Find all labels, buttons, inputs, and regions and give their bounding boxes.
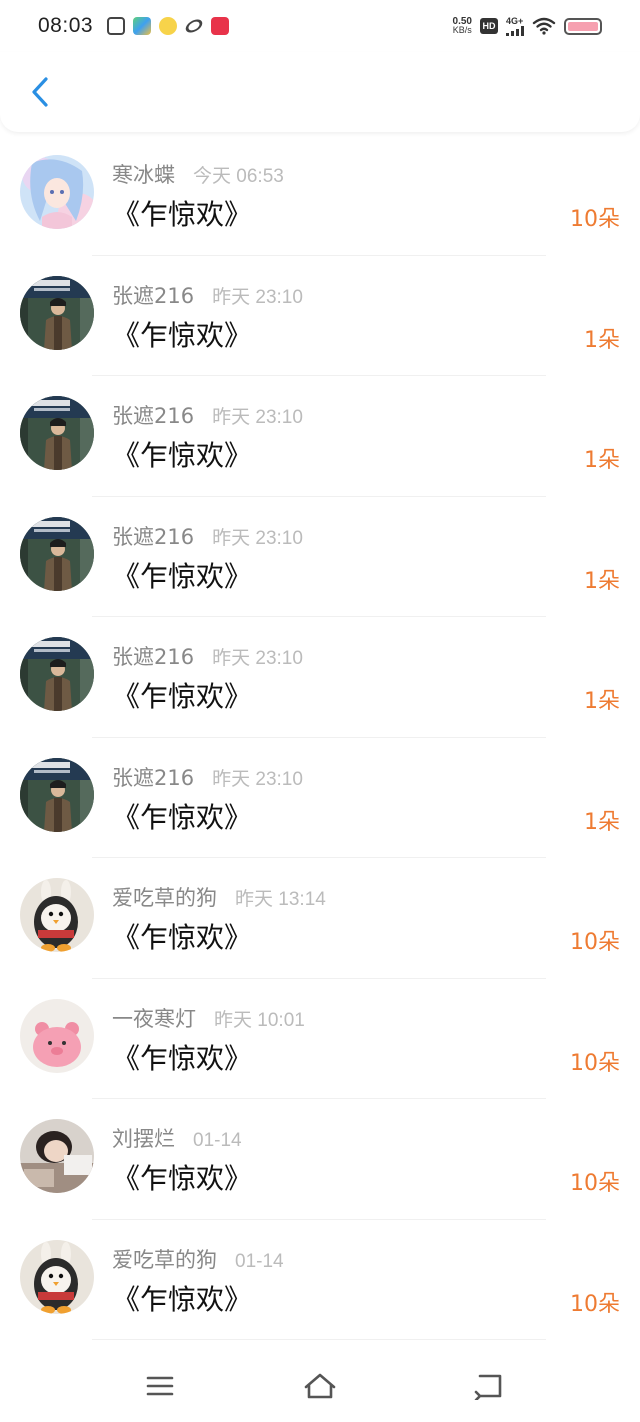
gift-title: 《乍惊欢》 <box>112 800 253 834</box>
gift-title: 《乍惊欢》 <box>112 1282 253 1316</box>
gift-count: 1朵 <box>584 448 620 473</box>
send-time: 今天 06:53 <box>193 166 284 187</box>
gift-title: 《乍惊欢》 <box>112 921 253 954</box>
gift-count: 10朵 <box>570 1050 620 1076</box>
mascot-app-icon <box>159 17 178 35</box>
row-meta: 张遮216 昨天 23:10 <box>112 280 303 310</box>
row-meta: 张遮216 昨天 23:10 <box>112 400 303 430</box>
penguin-plush-avatar[interactable] <box>20 1239 94 1314</box>
gift-count: 10朵 <box>570 1171 620 1196</box>
home-icon <box>304 1373 336 1399</box>
row-meta: 刘摆烂 01-14 <box>112 1123 242 1153</box>
send-time: 昨天 23:10 <box>212 527 303 549</box>
back-arrow-icon <box>474 1374 502 1400</box>
send-time: 昨天 23:10 <box>212 768 303 790</box>
red-app-icon <box>211 17 230 35</box>
row-meta: 张遮216 昨天 23:10 <box>112 521 303 551</box>
system-nav-bar <box>0 1346 640 1422</box>
gift-count: 10朵 <box>570 1291 620 1317</box>
gift-title: 《乍惊欢》 <box>112 1162 253 1195</box>
send-time: 昨天 23:10 <box>212 286 303 308</box>
status-time: 08:03 <box>38 14 94 37</box>
user-name[interactable]: 张遮216 <box>112 521 194 551</box>
send-time: 昨天 10:01 <box>214 1009 305 1031</box>
cellular-signal-icon: 4G+ <box>506 15 524 36</box>
gift-count: 10朵 <box>570 930 620 955</box>
divider <box>92 1339 546 1340</box>
menu-icon <box>146 1376 174 1396</box>
list-item[interactable]: 爱吃草的狗 昨天 13:14 《乍惊欢》 10朵 <box>0 858 640 979</box>
gift-list: 寒冰蝶 今天 06:53 《乍惊欢》 10朵 张遮216 昨天 23:10 《乍… <box>0 135 640 1340</box>
user-name[interactable]: 刘摆烂 <box>112 1123 175 1153</box>
gift-count: 1朵 <box>584 809 620 835</box>
menu-button[interactable] <box>140 1368 180 1404</box>
row-meta: 爱吃草的狗 昨天 13:14 <box>112 882 326 912</box>
list-item[interactable]: 爱吃草的狗 01-14 《乍惊欢》 10朵 <box>0 1220 640 1340</box>
pink-plush-avatar[interactable] <box>20 998 94 1073</box>
drama-poster-avatar[interactable] <box>20 396 94 470</box>
home-button[interactable] <box>300 1368 340 1404</box>
net-speed-unit: KB/s <box>452 25 472 35</box>
link-app-icon <box>183 16 205 36</box>
gift-title: 《乍惊欢》 <box>112 680 253 713</box>
send-time: 01-14 <box>235 1250 284 1272</box>
net-speed: 0.50 KB/s <box>453 17 472 35</box>
girl-photo-avatar[interactable] <box>20 1119 94 1193</box>
top-nav-bar <box>0 52 640 132</box>
user-name[interactable]: 张遮216 <box>112 280 194 310</box>
user-name[interactable]: 寒冰蝶 <box>112 159 175 189</box>
gift-count: 1朵 <box>584 568 620 594</box>
list-item[interactable]: 张遮216 昨天 23:10 《乍惊欢》 1朵 <box>0 497 640 617</box>
gift-count: 10朵 <box>570 207 620 232</box>
signal-label: 4G+ <box>506 15 524 26</box>
gift-title: 《乍惊欢》 <box>112 198 253 231</box>
gift-title: 《乍惊欢》 <box>112 1041 253 1075</box>
battery-icon <box>564 17 602 35</box>
row-meta: 张遮216 昨天 23:10 <box>112 762 303 792</box>
scissors-app-icon <box>107 17 126 35</box>
back-button[interactable] <box>20 72 60 112</box>
status-bar: 08:03 0.50 KB/s HD 4G+ <box>0 0 640 52</box>
status-app-icons <box>107 16 230 36</box>
row-meta: 一夜寒灯 昨天 10:01 <box>112 1003 305 1033</box>
row-meta: 张遮216 昨天 23:10 <box>112 641 303 671</box>
list-item[interactable]: 张遮216 昨天 23:10 《乍惊欢》 1朵 <box>0 376 640 497</box>
row-meta: 爱吃草的狗 01-14 <box>112 1244 284 1274</box>
list-item[interactable]: 一夜寒灯 昨天 10:01 《乍惊欢》 10朵 <box>0 979 640 1099</box>
send-time: 昨天 23:10 <box>212 648 303 669</box>
system-back-button[interactable] <box>468 1368 508 1404</box>
list-item[interactable]: 寒冰蝶 今天 06:53 《乍惊欢》 10朵 <box>0 135 640 256</box>
hd-badge: HD <box>480 18 498 34</box>
wifi-icon <box>532 17 556 35</box>
list-item[interactable]: 张遮216 昨天 23:10 《乍惊欢》 1朵 <box>0 256 640 376</box>
send-time: 昨天 23:10 <box>212 407 303 428</box>
user-name[interactable]: 张遮216 <box>112 641 194 671</box>
gift-title: 《乍惊欢》 <box>112 318 253 352</box>
list-item[interactable]: 刘摆烂 01-14 《乍惊欢》 10朵 <box>0 1099 640 1220</box>
row-meta: 寒冰蝶 今天 06:53 <box>112 159 284 189</box>
list-item[interactable]: 张遮216 昨天 23:10 《乍惊欢》 1朵 <box>0 617 640 738</box>
drama-poster-avatar[interactable] <box>20 516 94 591</box>
gift-count: 1朵 <box>584 689 620 714</box>
user-name[interactable]: 一夜寒灯 <box>112 1003 196 1033</box>
drama-poster-avatar[interactable] <box>20 757 94 832</box>
user-name[interactable]: 爱吃草的狗 <box>112 882 217 912</box>
game-app-icon <box>133 17 152 35</box>
drama-poster-avatar[interactable] <box>20 637 94 711</box>
user-name[interactable]: 张遮216 <box>112 400 194 430</box>
user-name[interactable]: 爱吃草的狗 <box>112 1244 217 1274</box>
list-item[interactable]: 张遮216 昨天 23:10 《乍惊欢》 1朵 <box>0 738 640 858</box>
drama-poster-avatar[interactable] <box>20 275 94 350</box>
send-time: 昨天 13:14 <box>235 889 326 910</box>
gift-title: 《乍惊欢》 <box>112 559 253 593</box>
user-name[interactable]: 张遮216 <box>112 762 194 792</box>
gift-title: 《乍惊欢》 <box>112 439 253 472</box>
gift-count: 1朵 <box>584 327 620 353</box>
anime-girl-avatar[interactable] <box>20 155 94 229</box>
chevron-left-icon <box>32 77 48 107</box>
send-time: 01-14 <box>193 1130 242 1151</box>
penguin-plush-avatar[interactable] <box>20 878 94 952</box>
